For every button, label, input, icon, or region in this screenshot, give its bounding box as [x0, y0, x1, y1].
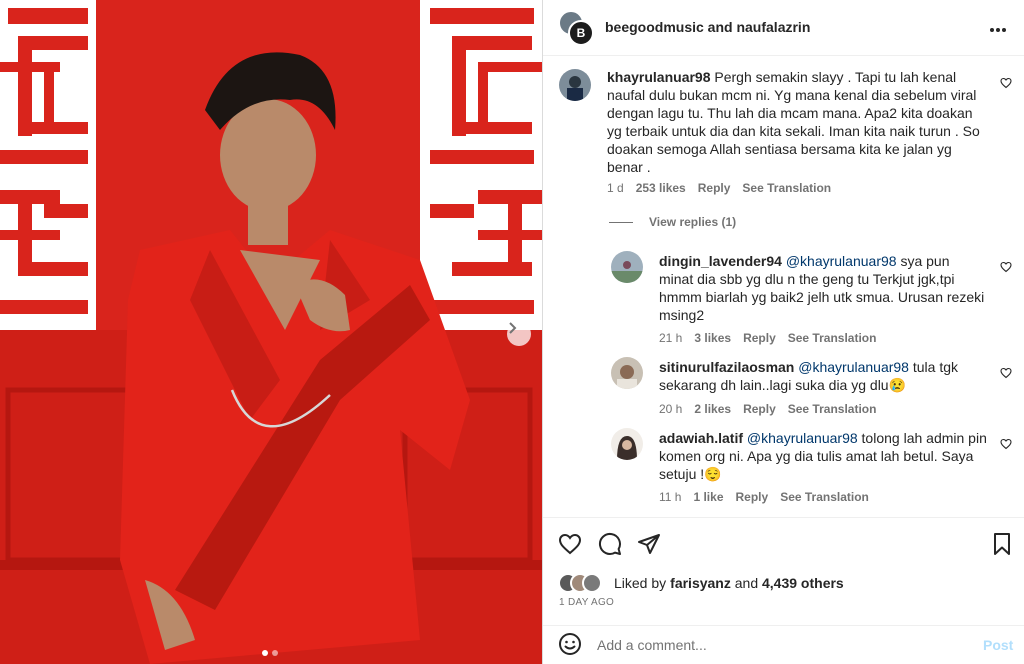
likes-summary: Liked by farisyanz and 4,439 others	[558, 573, 844, 593]
reply-button[interactable]: Reply	[698, 181, 731, 195]
heart-icon[interactable]	[558, 532, 582, 556]
avatar[interactable]	[611, 357, 643, 389]
avatar[interactable]	[611, 251, 643, 283]
post-authors[interactable]: beegoodmusic and naufalazrin	[605, 19, 810, 35]
post-button[interactable]: Post	[983, 637, 1013, 653]
post-date[interactable]: 1 DAY AGO	[559, 597, 614, 608]
photo-illustration	[0, 0, 542, 664]
comment-icon[interactable]	[598, 532, 622, 556]
comment-likes[interactable]: 2 likes	[694, 402, 731, 416]
post-header: B beegoodmusic and naufalazrin	[543, 0, 1024, 56]
avatar-photo	[611, 357, 643, 389]
more-horizontal-icon	[990, 28, 1006, 32]
liker-username[interactable]: farisyanz	[670, 575, 731, 591]
carousel-indicator	[262, 650, 278, 656]
view-replies-button[interactable]: View replies (1)	[609, 215, 736, 229]
comment-mention[interactable]: @khayrulanuar98	[798, 359, 909, 375]
more-options-button[interactable]	[989, 16, 1007, 39]
comment-mention[interactable]: @khayrulanuar98	[747, 430, 858, 446]
comments-list[interactable]: khayrulanuar98 Pergh semakin slayy . Tap…	[543, 57, 1024, 517]
chevron-right-icon	[509, 322, 517, 334]
likes-others-button[interactable]: 4,439 others	[762, 575, 844, 591]
next-photo-button[interactable]	[507, 322, 531, 346]
avatar-beegoodmusic[interactable]: B	[568, 20, 594, 46]
comment-time: 21 h	[659, 331, 683, 345]
comment-text: khayrulanuar98 Pergh semakin slayy . Tap…	[607, 68, 985, 176]
carousel-dot	[272, 650, 278, 656]
post-actions: Liked by farisyanz and 4,439 others 1 DA…	[543, 517, 1024, 617]
comment-mention[interactable]: @khayrulanuar98	[786, 253, 897, 269]
see-translation-button[interactable]: See Translation	[780, 490, 869, 504]
comment-likes[interactable]: 1 like	[693, 490, 723, 504]
share-icon[interactable]	[637, 532, 661, 556]
reply-button[interactable]: Reply	[743, 402, 776, 416]
comment-time: 1 d	[607, 181, 624, 195]
comment-text: sitinurulfazilaosman @khayrulanuar98 tul…	[659, 358, 987, 394]
comment-username[interactable]: adawiah.latif	[659, 430, 743, 446]
view-replies-label: View replies (1)	[649, 215, 737, 229]
comment-time: 11 h	[659, 490, 682, 504]
reply-button[interactable]: Reply	[743, 331, 776, 345]
emoji-icon[interactable]	[558, 632, 582, 656]
comment-input[interactable]	[597, 634, 967, 656]
likes-middle: and	[730, 575, 762, 591]
collab-avatars[interactable]: B	[558, 10, 598, 48]
like-comment-heart-icon[interactable]	[1000, 367, 1012, 379]
post-sidebar: B beegoodmusic and naufalazrin khayrulan…	[542, 0, 1024, 664]
bookmark-icon[interactable]	[990, 532, 1014, 556]
liker-avatars	[558, 573, 606, 593]
comment-username[interactable]: khayrulanuar98	[607, 69, 711, 85]
comment-meta: 1 d 253 likes Reply See Translation	[607, 181, 831, 195]
like-comment-heart-icon[interactable]	[1000, 261, 1012, 273]
comment-time: 20 h	[659, 402, 683, 416]
carousel-dot-active	[262, 650, 268, 656]
comment-username[interactable]: sitinurulfazilaosman	[659, 359, 794, 375]
reply-button[interactable]: Reply	[736, 490, 769, 504]
see-translation-button[interactable]: See Translation	[788, 331, 877, 345]
comment-text: adawiah.latif @khayrulanuar98 tolong lah…	[659, 429, 987, 483]
comment-meta: 20 h 2 likes Reply See Translation	[659, 402, 876, 416]
avatar-photo	[611, 251, 643, 283]
post-photo[interactable]	[0, 0, 542, 664]
comment-likes[interactable]: 253 likes	[636, 181, 686, 195]
comment-composer: Post	[543, 625, 1024, 664]
avatar	[582, 573, 602, 593]
avatar[interactable]	[611, 428, 643, 460]
comment-text: dingin_lavender94 @khayrulanuar98 sya pu…	[659, 252, 987, 324]
avatar-photo	[559, 69, 591, 101]
comment-meta: 21 h 3 likes Reply See Translation	[659, 331, 876, 345]
divider	[609, 221, 633, 223]
comment-likes[interactable]: 3 likes	[694, 331, 731, 345]
likes-prefix: Liked by	[614, 575, 667, 591]
avatar[interactable]	[559, 69, 591, 101]
avatar-photo	[611, 428, 643, 460]
comment-meta: 11 h 1 like Reply See Translation	[659, 490, 869, 504]
see-translation-button[interactable]: See Translation	[742, 181, 831, 195]
see-translation-button[interactable]: See Translation	[788, 402, 877, 416]
comment-username[interactable]: dingin_lavender94	[659, 253, 782, 269]
like-comment-heart-icon[interactable]	[1000, 438, 1012, 450]
like-comment-heart-icon[interactable]	[1000, 77, 1012, 89]
